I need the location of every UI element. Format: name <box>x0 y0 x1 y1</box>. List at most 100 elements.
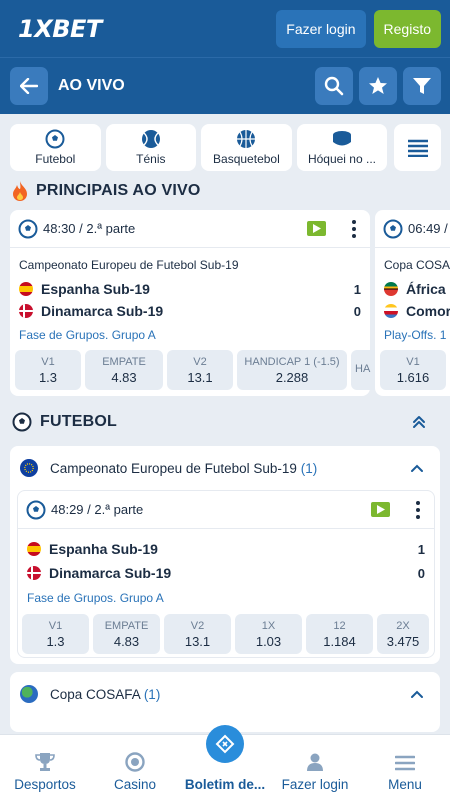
odds-row: V1 1.3 EMPATE 4.83 V2 13.1 HANDICAP 1 (-1.5… <box>10 342 381 390</box>
denmark-flag-icon <box>27 566 41 580</box>
brand-logo[interactable]: 1XBET <box>18 15 102 43</box>
sport-tab-label: Hóquei no ... <box>307 152 376 166</box>
match-stage: Fase de Grupos. Grupo A <box>27 591 164 605</box>
nav-bet-slip[interactable]: Boletim de... <box>180 725 270 800</box>
soccer-ball-icon <box>12 412 32 432</box>
match-stage: Fase de Grupos. Grupo A <box>19 328 156 342</box>
more-options-button[interactable] <box>410 500 426 519</box>
tennis-ball-icon <box>141 130 160 148</box>
section-title: PRINCIPAIS AO VIVO <box>36 182 201 199</box>
login-button[interactable]: Fazer login <box>276 9 366 48</box>
top-live-heading: PRINCIPAIS AO VIVO <box>0 172 450 210</box>
south-africa-flag-icon <box>384 282 398 296</box>
team-row: Dinamarca Sub-19 0 <box>27 561 425 585</box>
video-stream-button[interactable] <box>307 221 326 236</box>
live-event-card[interactable]: 48:30 / 2.ª parte Campeonato Europeu de … <box>10 210 381 396</box>
filter-icon <box>413 78 431 94</box>
sport-tab-label: Basquetebol <box>213 152 280 166</box>
nav-login[interactable]: Fazer login <box>270 735 360 800</box>
chevron-up-icon[interactable] <box>410 463 424 473</box>
spain-flag-icon <box>19 282 33 296</box>
register-button[interactable]: Registo <box>373 9 441 48</box>
event-card[interactable]: 48:29 / 2.ª parte Espanha Sub-19 1 Dinam… <box>17 490 435 658</box>
team-score: 0 <box>417 565 425 581</box>
odd-button[interactable]: EMPATE 4.83 <box>85 350 163 390</box>
double-chevron-up-icon[interactable] <box>412 415 426 429</box>
section-title: FUTEBOL <box>40 413 117 430</box>
chevron-up-icon[interactable] <box>410 689 424 699</box>
search-button[interactable] <box>315 67 353 105</box>
nav-menu[interactable]: Menu <box>360 735 450 800</box>
play-icon <box>312 224 321 233</box>
sport-tab-tenis[interactable]: Ténis <box>105 124 197 171</box>
video-stream-button[interactable] <box>371 502 390 517</box>
team-row: África <box>384 278 450 300</box>
globe-icon <box>20 685 38 703</box>
auth-actions: Fazer login Registo <box>276 9 441 48</box>
team-name: África <box>406 281 446 297</box>
nav-label: Menu <box>388 777 422 792</box>
competition-name: Campeonato Europeu de Futebol Sub-19 <box>19 258 239 272</box>
denmark-flag-icon <box>19 304 33 318</box>
favorites-button[interactable] <box>359 67 397 105</box>
nav-desportos[interactable]: Desportos <box>0 735 90 800</box>
soccer-ball-icon <box>383 219 403 238</box>
odd-button[interactable]: 2X 3.475 <box>377 614 429 654</box>
live-carousel[interactable]: 48:30 / 2.ª parte Campeonato Europeu de … <box>0 210 450 398</box>
bet-slip-button[interactable] <box>206 725 244 763</box>
all-sports-button[interactable] <box>394 124 442 171</box>
live-header: AO VIVO <box>0 57 450 114</box>
team-name: Espanha Sub-19 <box>41 281 150 297</box>
odd-button[interactable]: V1 1.616 <box>380 350 446 390</box>
team-row: Comor <box>384 300 450 322</box>
odd-button[interactable]: HANDICAP 1 (-1.5) 2.288 <box>237 350 347 390</box>
spain-flag-icon <box>27 542 41 556</box>
page-title: AO VIVO <box>58 77 125 94</box>
odd-button[interactable]: 12 1.184 <box>306 614 373 654</box>
competition-panel: Copa COSAFA (1) <box>10 672 440 732</box>
odd-button[interactable]: V2 13.1 <box>164 614 231 654</box>
competition-header[interactable]: Copa COSAFA (1) <box>10 672 440 716</box>
competition-header[interactable]: Campeonato Europeu de Futebol Sub-19 (1) <box>10 446 440 490</box>
fire-icon <box>13 181 27 201</box>
competition-name: Copa COSAFA (1) <box>50 686 161 702</box>
more-options-button[interactable] <box>346 219 362 238</box>
sport-tab-hoquei[interactable]: Hóquei no ... <box>296 124 388 171</box>
soccer-ball-icon <box>18 219 38 238</box>
play-icon <box>376 505 385 514</box>
sport-tab-futebol[interactable]: Futebol <box>10 124 101 171</box>
match-stage: Play-Offs. 1 <box>384 328 447 342</box>
nav-casino[interactable]: Casino <box>90 735 180 800</box>
competition-name: Copa COSAF <box>384 258 450 272</box>
top-bar: 1XBET Fazer login Registo <box>0 0 450 57</box>
user-icon <box>307 753 323 771</box>
back-button[interactable] <box>10 67 48 105</box>
competition-panel: Campeonato Europeu de Futebol Sub-19 (1)… <box>10 446 440 664</box>
hockey-puck-icon <box>332 131 351 146</box>
odds-row: V1 1.3 EMPATE 4.83 V2 13.1 1X 1.03 12 1.184 2… <box>18 605 434 654</box>
odd-button[interactable]: V1 1.3 <box>22 614 89 654</box>
filter-button[interactable] <box>403 67 441 105</box>
team-name: Espanha Sub-19 <box>49 541 158 557</box>
odd-button[interactable]: V2 13.1 <box>167 350 233 390</box>
team-row: Espanha Sub-19 1 <box>27 537 425 561</box>
soccer-ball-icon <box>45 129 65 149</box>
match-time: 48:29 / 2.ª parte <box>51 502 144 517</box>
bet-slip-icon <box>215 734 235 754</box>
team-score: 0 <box>353 303 361 319</box>
arrow-left-icon <box>20 78 38 94</box>
team-score: 1 <box>417 541 425 557</box>
sport-tab-basquetebol[interactable]: Basquetebol <box>201 124 292 171</box>
competition-name: Campeonato Europeu de Futebol Sub-19 (1) <box>50 460 318 476</box>
odd-button[interactable]: 1X 1.03 <box>235 614 302 654</box>
team-name: Dinamarca Sub-19 <box>41 303 164 319</box>
menu-icon <box>395 755 415 771</box>
sport-tabs: Futebol Ténis Basquetebol Hóquei no ... <box>0 114 450 172</box>
odd-button[interactable]: V1 1.3 <box>15 350 81 390</box>
team-row: Dinamarca Sub-19 0 <box>19 300 361 322</box>
odd-button[interactable]: EMPATE 4.83 <box>93 614 160 654</box>
odds-row: V1 1.616 <box>375 342 450 390</box>
casino-chip-icon <box>125 752 145 772</box>
match-time: 06:49 / <box>408 221 448 236</box>
live-event-card[interactable]: 06:49 / Copa COSAF África Comor Play-Off… <box>375 210 450 396</box>
